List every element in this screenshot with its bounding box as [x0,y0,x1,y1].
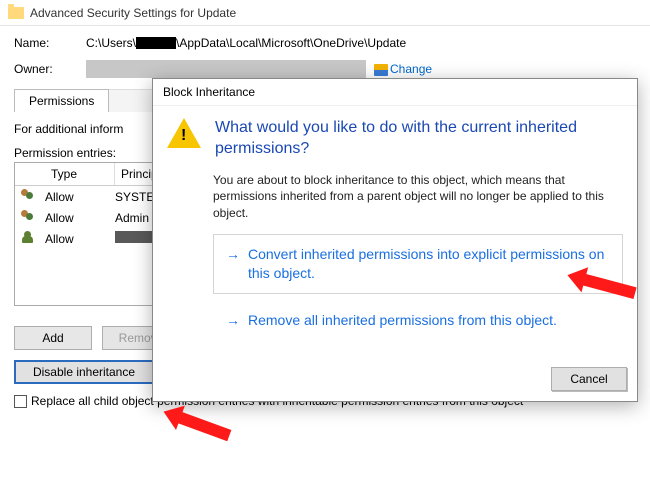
folder-icon [8,7,24,19]
change-owner-label: Change [390,62,432,76]
option-convert-label: Convert inherited permissions into expli… [248,245,610,283]
arrow-right-icon: → [226,247,240,283]
window-titlebar: Advanced Security Settings for Update [0,0,650,26]
cell-type: Allow [45,211,115,225]
option-convert[interactable]: → Convert inherited permissions into exp… [213,234,623,294]
shield-icon [374,64,388,76]
tab-permissions[interactable]: Permissions [14,89,109,112]
owner-value-redacted [86,60,366,78]
add-button[interactable]: Add [14,326,92,350]
block-inheritance-dialog: Block Inheritance ! What would you like … [152,78,638,402]
checkbox-icon[interactable] [14,395,27,408]
warning-icon: ! [167,118,201,148]
group-icon [21,210,37,222]
change-owner-link[interactable]: Change [374,62,432,76]
cancel-button[interactable]: Cancel [551,367,627,391]
owner-label: Owner: [14,62,86,76]
name-label: Name: [14,36,86,50]
owner-row: Owner: Change [14,60,636,78]
user-icon [21,231,37,243]
path-value: C:\Users\ \AppData\Local\Microsoft\OneDri… [86,36,406,50]
col-type[interactable]: Type [45,163,115,185]
name-row: Name: C:\Users\ \AppData\Local\Microsoft\… [14,36,636,50]
option-remove-label: Remove all inherited permissions from th… [248,311,557,330]
dialog-description: You are about to block inheritance to th… [213,172,623,222]
dialog-question: What would you like to do with the curre… [215,118,623,160]
path-pre: C:\Users\ [86,36,136,50]
cell-type: Allow [45,232,115,246]
col-icon [15,163,45,185]
group-icon [21,189,37,201]
arrow-right-icon: → [226,313,240,330]
redacted-user [136,37,176,49]
option-remove[interactable]: → Remove all inherited permissions from … [213,300,623,341]
disable-inheritance-button[interactable]: Disable inheritance [14,360,154,384]
dialog-title: Block Inheritance [153,79,637,106]
path-post: \AppData\Local\Microsoft\OneDrive\Update [176,36,406,50]
window-title: Advanced Security Settings for Update [30,6,236,20]
cell-type: Allow [45,190,115,204]
